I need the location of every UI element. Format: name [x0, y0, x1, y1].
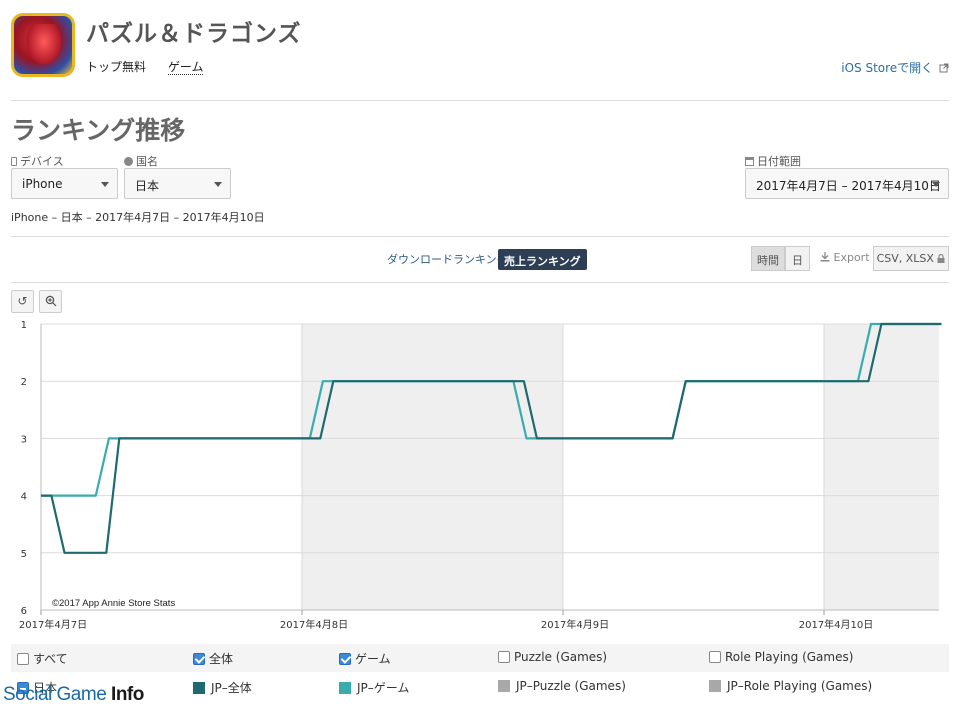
series-swatch: [709, 680, 721, 692]
day-button[interactable]: 日: [785, 246, 810, 271]
section-title: ランキング推移: [11, 116, 186, 145]
legend-jp-total[interactable]: JP–全体: [193, 679, 252, 696]
x-tick-label: 2017年4月10日: [799, 618, 874, 631]
series-swatch: [193, 682, 205, 694]
series-swatch: [339, 682, 351, 694]
app-genre-link[interactable]: ゲーム: [167, 60, 204, 75]
checkbox-checked-icon: [193, 653, 205, 665]
reset-zoom-button[interactable]: ↺: [11, 290, 34, 313]
globe-icon: [124, 157, 133, 166]
date-range-label: 日付範囲: [745, 153, 801, 169]
lock-icon: [937, 253, 945, 263]
country-select[interactable]: 日本: [124, 168, 231, 199]
filter-total[interactable]: 全体: [193, 650, 233, 667]
date-range-select[interactable]: 2017年4月7日 – 2017年4月10日: [745, 168, 949, 199]
ios-store-link-label: iOS Storeで開く: [841, 61, 934, 75]
day-band: [824, 324, 939, 610]
device-label: デバイス: [11, 153, 64, 169]
summary-divider: [11, 236, 949, 237]
filter-all[interactable]: すべて: [17, 650, 68, 667]
app-icon: [11, 13, 75, 77]
export-format-label: CSV, XLSX: [876, 252, 934, 265]
hour-button[interactable]: 時間: [751, 246, 785, 271]
app-meta: トップ無料 ゲーム: [86, 58, 221, 75]
y-tick-label: 2: [21, 377, 27, 388]
ranking-chart[interactable]: 1 2 3 4 5 62017年4月7日 2017年4月8日 2017年4月9日 2017年4月…: [0, 315, 961, 645]
checkbox-checked-icon: [339, 653, 351, 665]
export-format-button[interactable]: CSV, XLSX: [873, 246, 949, 271]
y-tick-label: 5: [21, 549, 27, 560]
chevron-down-icon: [214, 182, 222, 187]
country-label: 国名: [124, 153, 158, 169]
header-divider: [11, 100, 949, 101]
x-tick-label: 2017年4月9日: [541, 618, 609, 631]
zoom-button[interactable]: [39, 290, 62, 313]
tab-download-ranking[interactable]: ダウンロードランキング: [387, 251, 508, 267]
chart-credit: ©2017 App Annie Store Stats: [52, 598, 175, 609]
filter-puzzle[interactable]: Puzzle (Games): [498, 650, 607, 664]
tab-sales-ranking[interactable]: 売上ランキング: [498, 249, 587, 270]
download-icon: [820, 252, 830, 262]
legend-jp-game[interactable]: JP–ゲーム: [339, 679, 409, 696]
toolbar-divider: [11, 282, 949, 283]
filter-game[interactable]: ゲーム: [339, 650, 391, 667]
export-label: Export: [820, 251, 870, 264]
device-select[interactable]: iPhone: [11, 168, 118, 199]
device-icon: [11, 157, 17, 166]
chevron-down-icon: [101, 182, 109, 187]
legend-jp-rpg[interactable]: JP–Role Playing (Games): [709, 679, 872, 693]
checkbox-icon: [709, 651, 721, 663]
y-tick-label: 1: [21, 320, 27, 331]
x-tick-label: 2017年4月8日: [280, 618, 348, 631]
y-tick-label: 6: [21, 606, 27, 617]
app-title: パズル＆ドラゴンズ: [86, 21, 302, 47]
series-legend-row: 日本 JP–全体 JP–ゲーム JP–Puzzle (Games) JP–Rol…: [11, 673, 949, 701]
filter-summary: iPhone – 日本 – 2017年4月7日 – 2017年4月10日: [11, 211, 265, 224]
calendar-icon: [745, 157, 754, 166]
series-swatch: [498, 680, 510, 692]
checkbox-icon: [498, 651, 510, 663]
ios-store-link[interactable]: iOS Storeで開く: [841, 59, 949, 76]
undo-icon: ↺: [17, 294, 28, 308]
chevron-down-icon: [932, 182, 940, 187]
checkbox-icon: [17, 653, 29, 665]
x-tick-label: 2017年4月7日: [19, 618, 87, 631]
app-category: トップ無料: [86, 60, 147, 74]
external-link-icon: [939, 63, 949, 73]
zoom-in-icon: [45, 295, 56, 307]
watermark-logo: Social Game Info: [3, 684, 144, 705]
day-band: [302, 324, 563, 610]
country-select-value: 日本: [135, 179, 160, 193]
date-range-value: 2017年4月7日 – 2017年4月10日: [756, 179, 941, 193]
device-select-value: iPhone: [22, 177, 63, 191]
y-tick-label: 4: [21, 492, 27, 503]
category-filter-row: すべて 全体 ゲーム Puzzle (Games) Role Playing (…: [11, 644, 949, 672]
filter-rpg[interactable]: Role Playing (Games): [709, 650, 853, 664]
y-tick-label: 3: [21, 434, 27, 445]
legend-jp-puzzle[interactable]: JP–Puzzle (Games): [498, 679, 626, 693]
